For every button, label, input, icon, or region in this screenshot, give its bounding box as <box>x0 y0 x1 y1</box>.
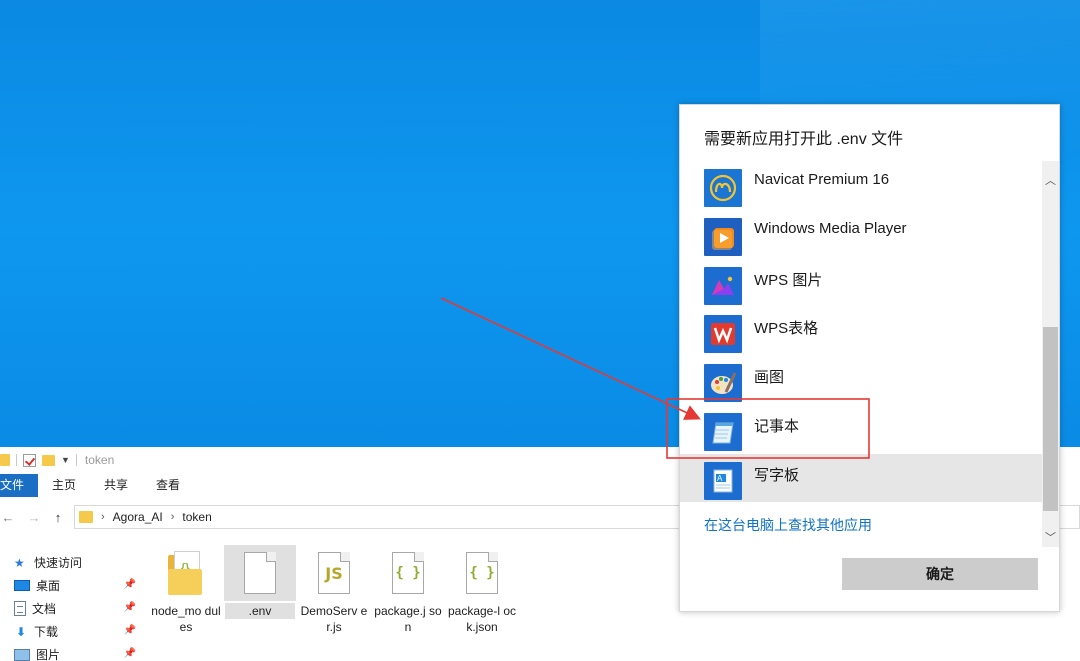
annotation-arrow <box>440 297 701 420</box>
highlight-box <box>666 398 870 459</box>
annotation-overlay <box>440 297 870 459</box>
